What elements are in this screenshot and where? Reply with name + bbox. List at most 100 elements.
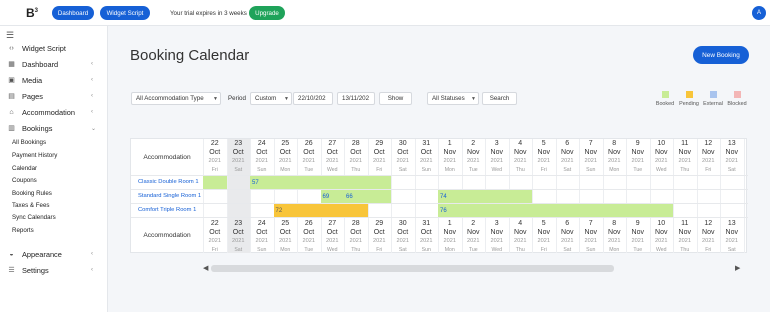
day-month: Oct bbox=[279, 148, 291, 156]
sidebar-subitem-reports[interactable]: Reports bbox=[12, 227, 34, 234]
sidebar-item-accommodation[interactable]: ⌂ Accommodation ‹ bbox=[0, 105, 108, 119]
sidebar-item-settings[interactable]: ☰ Settings ‹ bbox=[0, 263, 108, 277]
scroll-left-icon[interactable]: ◀ bbox=[203, 264, 208, 272]
booking-bar-booked[interactable] bbox=[203, 176, 227, 189]
avatar[interactable]: A bbox=[752, 6, 766, 20]
accommodation-type-select[interactable]: All Accommodation Type ▼ bbox=[131, 92, 221, 105]
sidebar-subitem-taxes-fees[interactable]: Taxes & Fees bbox=[12, 202, 49, 209]
sidebar-item-label: Media bbox=[22, 75, 43, 85]
footer-day-25-oct: 25 Oct 2021 Mon bbox=[274, 220, 298, 254]
day-year: 2021 bbox=[326, 158, 339, 164]
day-number: 2 bbox=[471, 140, 476, 147]
day-weekday: Sun bbox=[586, 166, 596, 173]
scroll-right-icon[interactable]: ▶ bbox=[735, 264, 740, 272]
day-number: 10 bbox=[657, 140, 666, 147]
day-year: 2021 bbox=[490, 158, 503, 164]
booking-bar-booked[interactable]: 76 bbox=[438, 204, 673, 217]
sidebar-subitem-sync-calendars[interactable]: Sync Calendars bbox=[12, 214, 56, 221]
search-button[interactable]: Search bbox=[482, 92, 517, 105]
day-month: Oct bbox=[420, 228, 432, 236]
footer-day-23-oct: 23 Oct 2021 Sat bbox=[227, 220, 251, 254]
day-number: 28 bbox=[351, 140, 360, 147]
day-number: 30 bbox=[398, 140, 407, 147]
day-weekday: Wed bbox=[326, 246, 338, 253]
sidebar-item-widget-script[interactable]: ‹› Widget Script bbox=[0, 41, 108, 55]
day-year: 2021 bbox=[537, 158, 550, 164]
footer-day-30-oct: 30 Oct 2021 Sat bbox=[391, 220, 415, 254]
period-select[interactable]: Custom ▼ bbox=[250, 92, 292, 105]
day-month: Nov bbox=[584, 228, 597, 236]
horizontal-scrollbar[interactable]: ◀ ▶ bbox=[203, 264, 743, 274]
day-year: 2021 bbox=[443, 158, 456, 164]
day-year: 2021 bbox=[373, 238, 386, 244]
date-from-input[interactable]: 22/10/202 bbox=[293, 92, 333, 105]
day-year: 2021 bbox=[514, 238, 527, 244]
day-number: 10 bbox=[657, 220, 666, 227]
day-number: 6 bbox=[565, 220, 570, 227]
day-weekday: Sun bbox=[586, 246, 596, 253]
hamburger-menu-icon[interactable]: ☰ bbox=[6, 30, 14, 41]
day-month: Nov bbox=[631, 148, 644, 156]
header-day-6-nov: 6 Nov 2021 Sat bbox=[556, 140, 580, 174]
day-weekday: Tue bbox=[633, 166, 643, 173]
day-weekday: Tue bbox=[468, 166, 478, 173]
show-button[interactable]: Show bbox=[379, 92, 412, 105]
day-weekday: Sat bbox=[398, 246, 407, 253]
chevron-left-icon: ‹ bbox=[91, 77, 93, 83]
status-select[interactable]: All Statuses ▼ bbox=[427, 92, 479, 105]
room-link[interactable]: Comfort Triple Room 1 bbox=[138, 207, 196, 213]
day-month: Oct bbox=[232, 148, 244, 156]
day-number: 9 bbox=[635, 140, 640, 147]
footer-day-5-nov: 5 Nov 2021 Fri bbox=[532, 220, 556, 254]
sidebar-subitem-coupons[interactable]: Coupons bbox=[12, 177, 37, 184]
sidebar-item-media[interactable]: ▣ Media ‹ bbox=[0, 73, 108, 87]
sidebar-item-pages[interactable]: ▤ Pages ‹ bbox=[0, 89, 108, 103]
day-number: 3 bbox=[494, 220, 499, 227]
day-year: 2021 bbox=[208, 158, 221, 164]
footer-day-31-oct: 31 Oct 2021 Sun bbox=[415, 220, 439, 254]
settings-icon: ☰ bbox=[8, 267, 15, 274]
booking-bar-pending[interactable]: 72 bbox=[273, 204, 368, 217]
grid-row-line bbox=[131, 217, 748, 218]
sidebar-item-appearance[interactable]: ◒ Appearance ‹ bbox=[0, 247, 108, 261]
sidebar-subitem-calendar[interactable]: Calendar bbox=[12, 165, 37, 172]
top-bar: B3 Dashboard Widget Script Your trial ex… bbox=[0, 0, 770, 26]
booking-bar-booked[interactable]: 74 bbox=[438, 190, 532, 203]
sidebar-item-dashboard[interactable]: ▦ Dashboard ‹ bbox=[0, 57, 108, 71]
day-month: Oct bbox=[350, 228, 362, 236]
day-weekday: Sun bbox=[421, 166, 431, 173]
day-year: 2021 bbox=[655, 158, 668, 164]
day-weekday: Fri bbox=[376, 246, 383, 253]
day-weekday: Tue bbox=[468, 246, 478, 253]
widget-script-button[interactable]: Widget Script bbox=[100, 6, 150, 20]
sidebar-item-label: Accommodation bbox=[22, 107, 75, 117]
day-number: 8 bbox=[612, 140, 617, 147]
page-icon: ▤ bbox=[8, 93, 15, 100]
date-to-input[interactable]: 13/11/202 bbox=[337, 92, 375, 105]
new-booking-button[interactable]: New Booking bbox=[693, 46, 749, 64]
sidebar-subitem-all-bookings[interactable]: All Bookings bbox=[12, 139, 46, 146]
header-day-12-nov: 12 Nov 2021 Fri bbox=[697, 140, 721, 174]
app-logo[interactable]: B3 bbox=[26, 6, 38, 20]
day-year: 2021 bbox=[514, 158, 527, 164]
room-link[interactable]: Classic Double Room 1 bbox=[138, 179, 199, 185]
day-year: 2021 bbox=[631, 158, 644, 164]
sidebar-subitem-payment-history[interactable]: Payment History bbox=[12, 152, 57, 159]
day-weekday: Mon bbox=[609, 246, 620, 253]
day-year: 2021 bbox=[420, 158, 433, 164]
scrollbar-thumb[interactable] bbox=[211, 265, 614, 272]
day-year: 2021 bbox=[702, 238, 715, 244]
booking-bar-booked[interactable]: 69 bbox=[320, 190, 344, 203]
footer-day-9-nov: 9 Nov 2021 Tue bbox=[626, 220, 650, 254]
day-weekday: Thu bbox=[351, 166, 361, 173]
upgrade-button[interactable]: Upgrade bbox=[249, 6, 285, 20]
booking-bar-booked[interactable]: 66 bbox=[344, 190, 391, 203]
booking-bar-booked[interactable]: 57 bbox=[250, 176, 391, 189]
legend-label: Pending bbox=[679, 101, 699, 107]
day-number: 9 bbox=[635, 220, 640, 227]
room-link[interactable]: Standard Single Room 1 bbox=[138, 193, 201, 199]
sidebar-item-bookings[interactable]: ▥ Bookings ⌄ bbox=[0, 121, 108, 135]
day-weekday: Mon bbox=[280, 166, 291, 173]
dashboard-button[interactable]: Dashboard bbox=[52, 6, 94, 20]
sidebar-subitem-booking-rules[interactable]: Booking Rules bbox=[12, 190, 52, 197]
